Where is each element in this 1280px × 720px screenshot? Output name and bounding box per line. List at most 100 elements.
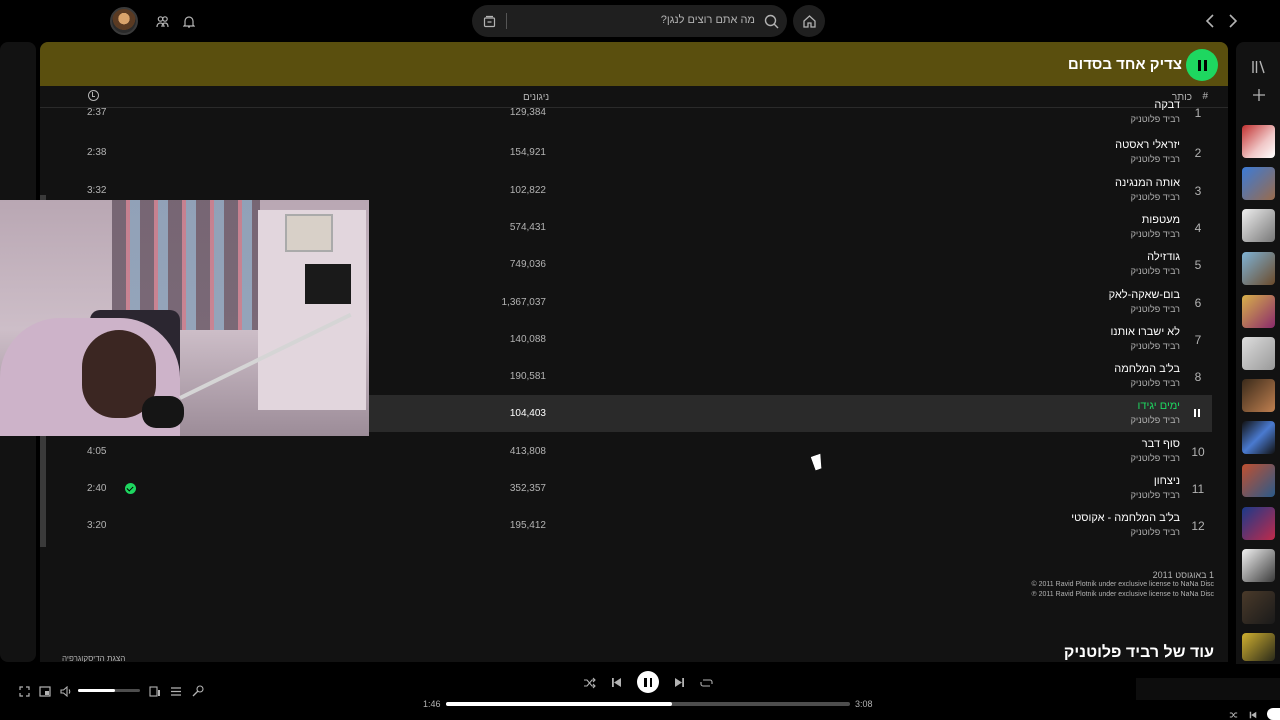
- friends-activity-icon[interactable]: [155, 14, 169, 28]
- library-item-thumb[interactable]: [1242, 591, 1275, 624]
- lyrics-mic-icon[interactable]: [192, 685, 204, 697]
- track-number: 4: [1194, 220, 1202, 235]
- track-title[interactable]: בל'ב המלחמה - אקוסטי: [1071, 512, 1180, 524]
- track-number: 11: [1191, 482, 1205, 496]
- notifications-bell-icon[interactable]: [182, 14, 196, 28]
- track-artist[interactable]: רביד פלוטניק: [1131, 229, 1180, 239]
- track-title[interactable]: יזראלי ראסטה: [1115, 139, 1180, 151]
- track-title[interactable]: מעטפות: [1142, 214, 1180, 226]
- show-discography-link[interactable]: הצגת הדיסקוגרפיה: [62, 654, 125, 662]
- track-row[interactable]: 11 ניצחון רביד פלוטניק 352,357 2:40: [40, 470, 1212, 507]
- back-arrow-icon[interactable]: [1203, 14, 1217, 28]
- more-by-artist-heading: עוד של רביד פלוטניק: [1063, 644, 1214, 661]
- track-title[interactable]: גודזילה: [1147, 251, 1180, 263]
- track-title[interactable]: בל'ב המלחמה: [1114, 363, 1180, 375]
- volume-slider[interactable]: [78, 689, 140, 692]
- library-item-thumb[interactable]: [1242, 633, 1275, 661]
- track-play-count: 104,403: [509, 408, 546, 420]
- search-bar[interactable]: מה אתם רוצים לנגן?: [472, 5, 787, 37]
- library-item-thumb[interactable]: [1242, 549, 1275, 582]
- track-title[interactable]: ימים יגידו: [1138, 400, 1180, 412]
- track-title[interactable]: ניצחון: [1154, 475, 1180, 487]
- home-button[interactable]: [793, 5, 825, 37]
- track-artist[interactable]: רביד פלוטניק: [1131, 453, 1180, 463]
- library-item-thumb[interactable]: [1242, 421, 1275, 454]
- track-row[interactable]: 2 יזראלי ראסטה רביד פלוטניק 154,921 2:38: [40, 134, 1212, 171]
- track-duration: 4:05: [87, 445, 107, 457]
- repeat-icon[interactable]: [700, 676, 713, 689]
- play-mini-button[interactable]: [1267, 708, 1280, 720]
- create-plus-icon[interactable]: [1252, 86, 1266, 107]
- home-icon: [801, 13, 817, 29]
- track-number: 12: [1191, 519, 1205, 534]
- connect-device-icon[interactable]: [149, 685, 161, 697]
- previous-mini-icon[interactable]: [1248, 710, 1258, 720]
- playback-progress-bar[interactable]: [446, 702, 850, 706]
- library-item-thumb[interactable]: [1242, 252, 1275, 285]
- track-artist[interactable]: רביד פלוטניק: [1131, 341, 1180, 351]
- track-title[interactable]: לא ישברו אותנו: [1110, 326, 1180, 338]
- now-playing-mini: [1136, 678, 1280, 700]
- track-duration: 2:38: [87, 147, 107, 159]
- search-divider: [506, 13, 507, 29]
- pause-icon: [644, 677, 652, 687]
- shuffle-icon[interactable]: [583, 676, 596, 689]
- elapsed-time: 1:46: [423, 699, 441, 709]
- webcam-overlay: [0, 200, 369, 436]
- track-play-count: 749,036: [509, 259, 546, 271]
- track-artist[interactable]: רביד פלוטניק: [1131, 415, 1180, 425]
- track-duration: 2:37: [87, 107, 107, 118]
- forward-arrow-icon[interactable]: [1226, 14, 1240, 28]
- library-item-thumb[interactable]: [1242, 209, 1275, 242]
- library-item-thumb[interactable]: [1242, 125, 1275, 158]
- library-icon[interactable]: [1251, 60, 1266, 77]
- volume-icon[interactable]: [60, 685, 72, 697]
- previous-track-icon[interactable]: [610, 676, 623, 689]
- track-artist[interactable]: רביד פלוטניק: [1131, 378, 1180, 388]
- track-play-count: 140,088: [509, 333, 546, 345]
- track-play-count: 102,822: [509, 184, 546, 196]
- track-artist[interactable]: רביד פלוטניק: [1131, 304, 1180, 314]
- track-artist[interactable]: רביד פלוטניק: [1131, 192, 1180, 202]
- track-play-count: 195,412: [509, 520, 546, 532]
- play-pause-button[interactable]: [637, 671, 659, 693]
- track-artist[interactable]: רביד פלוטניק: [1131, 154, 1180, 164]
- track-title[interactable]: אותה המנגינה: [1115, 177, 1180, 189]
- track-title[interactable]: דבקה: [1154, 99, 1180, 111]
- track-number: 5: [1194, 258, 1202, 273]
- miniplayer-icon[interactable]: [39, 685, 51, 697]
- track-number: 10: [1191, 444, 1205, 459]
- track-number: 6: [1194, 295, 1202, 310]
- track-artist[interactable]: רביד פלוטניק: [1131, 266, 1180, 276]
- library-item-thumb[interactable]: [1242, 507, 1275, 540]
- track-row[interactable]: 12 בל'ב המלחמה - אקוסטי רביד פלוטניק 195,41…: [40, 507, 1212, 544]
- search-input[interactable]: מה אתם רוצים לנגן?: [661, 14, 755, 26]
- album-pause-button[interactable]: [1186, 49, 1218, 81]
- track-duration: 2:40: [87, 483, 107, 494]
- library-item-thumb[interactable]: [1242, 379, 1275, 412]
- track-artist[interactable]: רביד פלוטניק: [1131, 490, 1180, 500]
- track-row[interactable]: 1 דבקה רביד פלוטניק 129,384 2:37: [40, 94, 1212, 131]
- library-item-thumb[interactable]: [1242, 167, 1275, 200]
- track-title[interactable]: בום-שאקה-לאק: [1109, 289, 1180, 301]
- avatar[interactable]: [110, 7, 138, 35]
- copyright-c: © 2011 Ravid Plotnik under exclusive lic…: [1031, 581, 1214, 588]
- track-artist[interactable]: רביד פלוטניק: [1131, 114, 1180, 124]
- browse-icon[interactable]: [482, 14, 496, 28]
- fullscreen-icon[interactable]: [18, 685, 30, 697]
- track-number: 7: [1194, 332, 1202, 347]
- next-track-icon[interactable]: [673, 676, 686, 689]
- saved-check-icon[interactable]: [125, 483, 136, 494]
- track-artist[interactable]: רביד פלוטניק: [1131, 527, 1180, 537]
- track-play-count: 1,367,037: [501, 296, 547, 308]
- track-title[interactable]: סוף דבר: [1142, 438, 1180, 450]
- album-title: צדיק אחד בסדום: [1067, 56, 1182, 73]
- track-row[interactable]: 10 סוף דבר רביד פלוטניק 413,808 4:05: [40, 433, 1212, 470]
- library-item-thumb[interactable]: [1242, 464, 1275, 497]
- shuffle-mini-icon[interactable]: [1228, 710, 1238, 720]
- library-item-thumb[interactable]: [1242, 295, 1275, 328]
- pause-icon[interactable]: [1194, 409, 1200, 418]
- library-item-thumb[interactable]: [1242, 337, 1275, 370]
- queue-icon[interactable]: [170, 685, 182, 697]
- copyright-p: ℗ 2011 Ravid Plotnik under exclusive lic…: [1031, 591, 1214, 598]
